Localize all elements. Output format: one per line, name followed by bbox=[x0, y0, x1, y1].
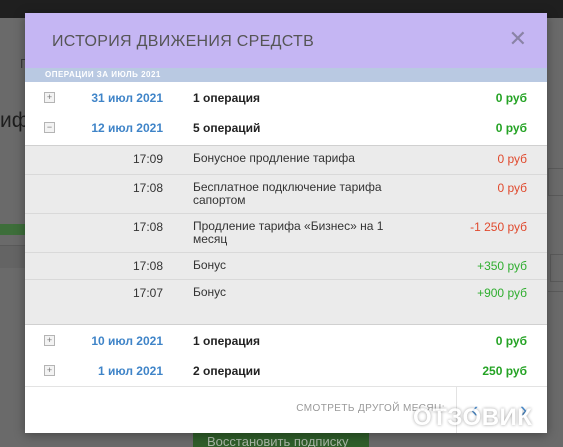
day-row[interactable]: − 12 июл 2021 5 операций 0 руб bbox=[25, 113, 547, 143]
restore-subscription-button[interactable]: Восстановить подписку bbox=[193, 432, 369, 447]
operations-detail-list: 17:09 Бонусное продление тарифа 0 руб 17… bbox=[25, 145, 547, 325]
operation-time: 17:08 bbox=[132, 259, 163, 273]
operation-description: Бонусное продление тарифа bbox=[193, 151, 355, 165]
operation-amount: -1 250 руб bbox=[470, 220, 527, 234]
modal-header: ИСТОРИЯ ДВИЖЕНИЯ СРЕДСТВ ✕ bbox=[25, 13, 547, 68]
day-row[interactable]: + 31 июл 2021 1 операция 0 руб bbox=[25, 83, 547, 113]
operation-amount: +350 руб bbox=[477, 259, 527, 273]
background-field bbox=[550, 254, 563, 282]
day-amount: 0 руб bbox=[495, 91, 527, 105]
expand-icon[interactable]: + bbox=[44, 335, 55, 346]
operation-amount: 0 руб bbox=[497, 152, 527, 166]
expand-icon[interactable]: + bbox=[44, 365, 55, 376]
operation-description: Бонус bbox=[193, 258, 227, 272]
collapse-icon[interactable]: − bbox=[44, 122, 55, 133]
operations-count: 5 операций bbox=[193, 121, 261, 135]
operation-time: 17:09 bbox=[132, 152, 163, 166]
operation-row: 17:08 Продление тарифа «Бизнес» на 1 мес… bbox=[25, 214, 547, 253]
background-divider bbox=[548, 291, 563, 292]
operation-description: Бесплатное подключение тарифа сапортом bbox=[193, 180, 382, 207]
day-amount: 250 руб bbox=[482, 364, 527, 378]
background-field bbox=[548, 168, 563, 196]
operation-row: 17:09 Бонусное продление тарифа 0 руб bbox=[25, 146, 547, 175]
modal-title: ИСТОРИЯ ДВИЖЕНИЯ СРЕДСТВ bbox=[52, 33, 315, 50]
operation-row: 17:08 Бонус +350 руб bbox=[25, 253, 547, 280]
operations-count: 1 операция bbox=[193, 91, 261, 105]
operation-description: Бонус bbox=[193, 285, 227, 299]
operation-row: 17:08 Бесплатное подключение тарифа сапо… bbox=[25, 175, 547, 214]
operation-time: 17:08 bbox=[132, 181, 163, 195]
operation-description: Продление тарифа «Бизнес» на 1 месяц bbox=[193, 219, 384, 246]
operation-time: 17:07 bbox=[132, 286, 163, 300]
day-amount: 0 руб bbox=[495, 334, 527, 348]
background-field bbox=[0, 245, 25, 268]
period-label: ОПЕРАЦИИ ЗА ИЮЛЬ 2021 bbox=[25, 68, 547, 82]
operations-count: 1 операция bbox=[193, 334, 261, 348]
close-icon[interactable]: ✕ bbox=[509, 28, 527, 50]
background-progress bbox=[0, 224, 25, 235]
operation-amount: +900 руб bbox=[477, 286, 527, 300]
expand-icon[interactable]: + bbox=[44, 92, 55, 103]
operation-time: 17:08 bbox=[132, 220, 163, 234]
day-date-link[interactable]: 31 июл 2021 bbox=[91, 91, 163, 105]
balance-history-modal: ИСТОРИЯ ДВИЖЕНИЯ СРЕДСТВ ✕ ОПЕРАЦИИ ЗА И… bbox=[25, 13, 547, 433]
operation-amount: 0 руб bbox=[497, 181, 527, 195]
footer-divider bbox=[25, 386, 547, 387]
day-row[interactable]: + 10 июл 2021 1 операция 0 руб bbox=[25, 326, 547, 356]
day-date-link[interactable]: 1 июл 2021 bbox=[98, 364, 163, 378]
day-date-link[interactable]: 10 июл 2021 bbox=[91, 334, 163, 348]
watermark-logo: ОТЗОВИК bbox=[413, 404, 533, 431]
day-amount: 0 руб bbox=[495, 121, 527, 135]
day-row[interactable]: + 1 июл 2021 2 операции 250 руб bbox=[25, 356, 547, 386]
operations-count: 2 операции bbox=[193, 364, 261, 378]
operation-row: 17:07 Бонус +900 руб bbox=[25, 280, 547, 309]
day-date-link[interactable]: 12 июл 2021 bbox=[91, 121, 163, 135]
